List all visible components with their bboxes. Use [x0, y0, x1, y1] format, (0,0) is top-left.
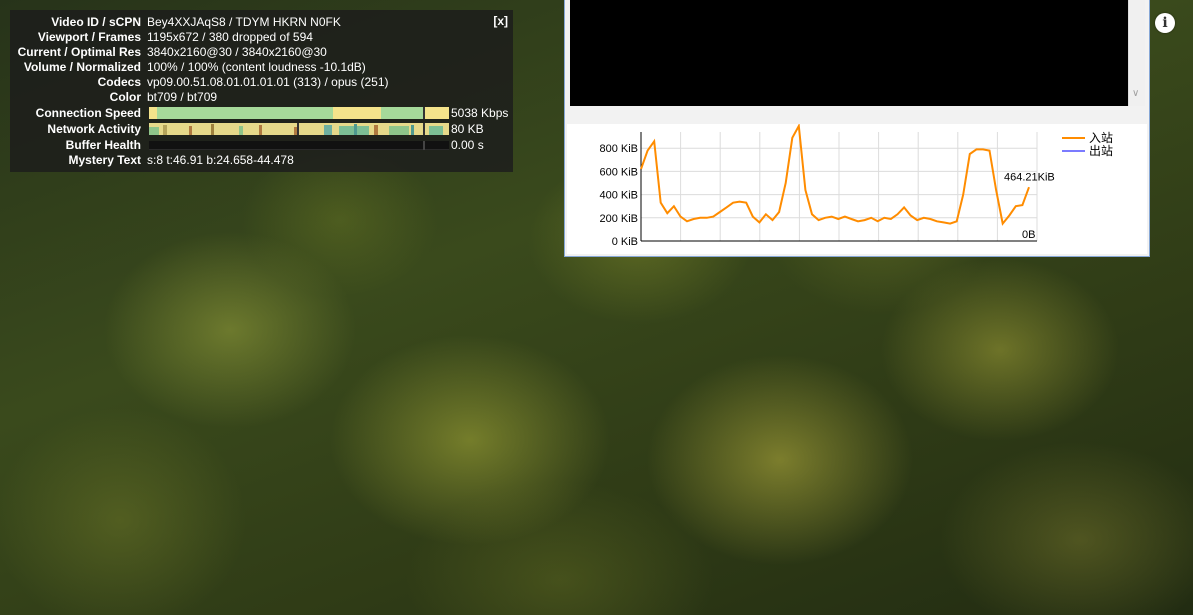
- stat-value: Bey4XXJAqS8 / TDYM HKRN N0FK: [147, 15, 341, 29]
- stats-for-nerds-panel: [x] Video ID / sCPN Bey4XXJAqS8 / TDYM H…: [10, 10, 513, 172]
- stat-label: Buffer Health: [65, 138, 141, 152]
- connection-speed-bar: [149, 107, 449, 119]
- traffic-chart: 800 KiB 600 KiB 400 KiB 200 KiB 0 KiB 464.21K…: [567, 124, 1147, 254]
- y-tick-label: 600 KiB: [599, 166, 638, 178]
- network-monitor-window: ∨ 800 KiB 600 KiB 400 KiB 200 KiB 0 KiB 464.2…: [564, 0, 1150, 257]
- buffer-health-graph: [149, 141, 449, 150]
- buffer-health-bar: [149, 140, 449, 150]
- y-tick-label: 400 KiB: [599, 190, 638, 202]
- zero-value-label: 0B: [1022, 229, 1035, 241]
- info-icon[interactable]: i: [1155, 13, 1175, 33]
- traffic-chart-svg: 800 KiB 600 KiB 400 KiB 200 KiB 0 KiB 464.21K…: [599, 124, 1113, 248]
- stat-label: Viewport / Frames: [37, 30, 141, 44]
- series-line-inbound: [640, 124, 1030, 226]
- y-tick-label: 800 KiB: [599, 143, 638, 155]
- stat-label: Codecs: [97, 75, 141, 89]
- stat-label: Color: [109, 90, 141, 104]
- close-stats-button[interactable]: [x]: [493, 14, 508, 28]
- stat-value: vp09.00.51.08.01.01.01.01 (313) / opus (…: [147, 75, 389, 89]
- stat-value: 3840x2160@30 / 3840x2160@30: [147, 45, 327, 59]
- network-activity-value: 80 KB: [451, 122, 484, 136]
- buffer-health-value: 0.00 s: [451, 138, 484, 152]
- legend-label: 入站: [1089, 131, 1113, 145]
- current-value-label: 464.21KiB: [1004, 172, 1055, 184]
- monitor-display-area: [570, 0, 1128, 106]
- stat-label: Volume / Normalized: [23, 60, 141, 74]
- stat-label: Video ID / sCPN: [51, 15, 141, 29]
- scroll-down-arrow-icon[interactable]: ∨: [1132, 88, 1139, 99]
- stat-label: Connection Speed: [35, 106, 141, 120]
- stat-label: Mystery Text: [68, 153, 141, 167]
- connection-speed-graph: [149, 107, 449, 119]
- connection-speed-value: 5038 Kbps: [451, 106, 509, 120]
- stat-value: 100% / 100% (content loudness -10.1dB): [147, 60, 366, 74]
- stat-value: bt709 / bt709: [147, 90, 218, 104]
- stat-label: Network Activity: [47, 122, 141, 136]
- legend-label: 出站: [1089, 144, 1113, 158]
- stat-value: s:8 t:46.91 b:24.658-44.478: [147, 153, 294, 167]
- y-tick-label: 0 KiB: [612, 236, 638, 248]
- vertical-scrollbar[interactable]: ∨: [1128, 0, 1145, 106]
- y-tick-label: 200 KiB: [599, 213, 638, 225]
- network-activity-graph: [149, 123, 449, 135]
- stat-label: Current / Optimal Res: [17, 45, 141, 59]
- network-activity-bar: [149, 123, 449, 135]
- stat-value: 1195x672 / 380 dropped of 594: [147, 30, 313, 44]
